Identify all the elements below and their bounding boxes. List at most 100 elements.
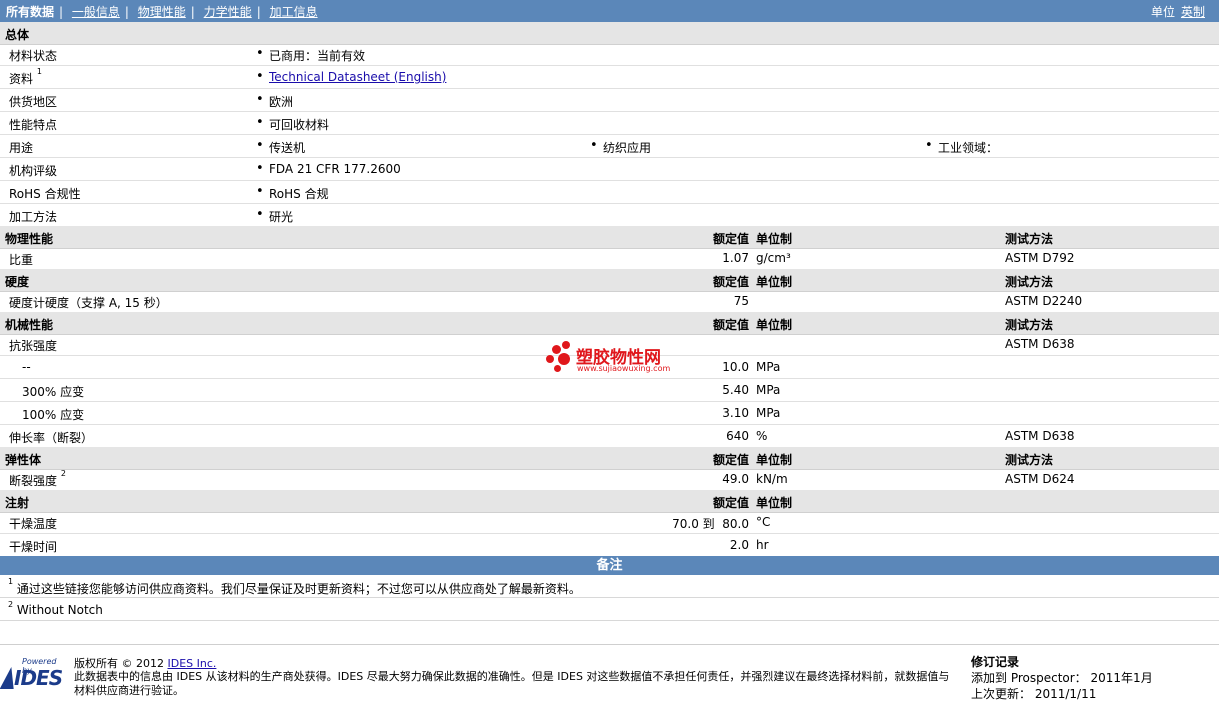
watermark-url: www.sujiaowuxing.com <box>577 364 671 373</box>
row-label: RoHS 合规性 <box>9 187 81 201</box>
header-rated: 额定值 <box>712 232 749 246</box>
unit-label: 单位 <box>1150 5 1175 19</box>
row-value: 5.40 <box>722 383 749 397</box>
note-text: 2 Without Notch <box>8 600 103 617</box>
bullet-icon: • <box>256 207 264 222</box>
notes-header: 备注 <box>0 556 1219 575</box>
row-value: 640 <box>726 429 749 443</box>
logo-word: IDES <box>14 666 63 690</box>
note-number: 1 <box>8 577 14 586</box>
row-value: 10.0 <box>722 360 749 374</box>
watermark-dot-icon <box>558 353 570 365</box>
note-item: 1 通过这些链接您能够访问供应商资料。我们尽量保证及时更新资料；不过您可以从供应… <box>0 576 1219 598</box>
watermark-dot-icon <box>552 345 561 354</box>
tab-processing-info[interactable]: 加工信息 <box>270 5 318 19</box>
row-value: RoHS 合规 <box>269 187 329 201</box>
tab-general-info[interactable]: 一般信息 <box>72 5 120 19</box>
note-item: 2 Without Notch <box>0 599 1219 621</box>
row-value: FDA 21 CFR 177.2600 <box>269 162 401 176</box>
row-label: 比重 <box>9 253 34 267</box>
footnote-ref: 1 <box>36 67 42 76</box>
row-label: 机构评级 <box>9 164 58 178</box>
property-row: 比重 1.07 g/cm³ ASTM D792 <box>0 247 1219 270</box>
header-unit: 单位制 <box>756 453 793 467</box>
property-row: 伸长率（断裂） 640 % ASTM D638 <box>0 425 1219 448</box>
section-general: 总体 <box>0 22 1219 45</box>
added-to-prospector: 添加到 Prospector： 2011年1月 <box>971 671 1153 685</box>
section-title: 注射 <box>5 496 30 510</box>
row-value: 3.10 <box>722 406 749 420</box>
footnote-ref: 2 <box>60 469 66 478</box>
row-method: ASTM D638 <box>1005 429 1075 443</box>
header-unit: 单位制 <box>756 232 793 246</box>
bullet-icon: • <box>256 161 264 176</box>
bullet-icon: • <box>256 69 264 84</box>
watermark: 塑胶物性网 www.sujiaowuxing.com <box>546 341 686 377</box>
section-injection: 注射 额定值 单位制 <box>0 490 1219 513</box>
ides-link[interactable]: IDES Inc. <box>168 657 217 670</box>
general-row: 用途 • 传送机 • 纺织应用 • 工业领域： <box>0 135 1219 158</box>
section-title: 总体 <box>5 28 30 42</box>
bullet-icon: • <box>256 115 264 130</box>
row-label: 300% 应变 <box>22 385 85 399</box>
section-title: 机械性能 <box>5 318 54 332</box>
datasheet-link[interactable]: Technical Datasheet (English) <box>269 70 446 84</box>
row-label: 加工方法 <box>9 210 58 224</box>
header-unit: 单位制 <box>756 318 793 332</box>
general-row: 资料 1 • Technical Datasheet (English) <box>0 66 1219 89</box>
bullet-icon: • <box>590 138 598 153</box>
header-unit: 单位制 <box>756 496 793 510</box>
property-row: 硬度计硬度（支撑 A, 15 秒） 75 ASTM D2240 <box>0 290 1219 313</box>
row-label: 用途 <box>9 141 34 155</box>
property-row: 断裂强度 2 49.0 kN/m ASTM D624 <box>0 468 1219 491</box>
disclaimer: 此数据表中的信息由 IDES 从该材料的生产商处获得。IDES 尽最大努力确保此… <box>74 670 950 697</box>
header-unit: 单位制 <box>756 275 793 289</box>
row-value: 传送机 <box>269 141 306 155</box>
row-label: 材料状态 <box>9 49 58 63</box>
header-method: 测试方法 <box>1005 232 1054 246</box>
header-method: 测试方法 <box>1005 453 1054 467</box>
tab-mechanical-properties[interactable]: 力学性能 <box>204 5 252 19</box>
unit-imperial-link[interactable]: 英制 <box>1181 5 1205 19</box>
section-title: 硬度 <box>5 275 30 289</box>
tab-physical-properties[interactable]: 物理性能 <box>138 5 186 19</box>
section-elastomer: 弹性体 额定值 单位制 测试方法 <box>0 447 1219 470</box>
general-row: 加工方法 • 研光 <box>0 204 1219 227</box>
header-rated: 额定值 <box>712 318 749 332</box>
row-value: 49.0 <box>722 472 749 486</box>
section-hardness: 硬度 额定值 单位制 测试方法 <box>0 269 1219 292</box>
row-unit: MPa <box>756 406 781 420</box>
row-label: 干燥时间 <box>9 540 58 554</box>
watermark-dot-icon <box>554 365 561 372</box>
section-physical: 物理性能 额定值 单位制 测试方法 <box>0 226 1219 249</box>
section-title: 弹性体 <box>5 453 42 467</box>
last-updated: 上次更新： 2011/1/11 <box>971 687 1097 701</box>
bullet-icon: • <box>256 184 264 199</box>
row-label: 断裂强度 2 <box>9 469 66 488</box>
row-label: 干燥温度 <box>9 517 58 531</box>
copyright-text: 版权所有 © 2012 <box>74 657 164 670</box>
header-method: 测试方法 <box>1005 275 1054 289</box>
bullet-icon: • <box>925 138 933 153</box>
row-method: ASTM D2240 <box>1005 294 1083 308</box>
row-label: 伸长率（断裂） <box>9 431 94 445</box>
tab-all-data[interactable]: 所有数据 <box>6 5 54 19</box>
row-label: 供货地区 <box>9 95 58 109</box>
row-value: 已商用：当前有效 <box>269 49 366 63</box>
row-unit: °C <box>756 515 771 529</box>
row-method: ASTM D792 <box>1005 251 1075 265</box>
bullet-icon: • <box>256 46 264 61</box>
row-value: 工业领域： <box>938 141 999 155</box>
row-unit: kN/m <box>756 472 788 486</box>
general-row: 机构评级 • FDA 21 CFR 177.2600 <box>0 158 1219 181</box>
ides-logo: Powered by IDES <box>0 657 66 697</box>
row-value: 75 <box>733 294 749 308</box>
row-value: 2.0 <box>729 538 749 552</box>
general-row: 材料状态 • 已商用：当前有效 <box>0 43 1219 66</box>
row-unit: g/cm³ <box>756 251 791 265</box>
row-label: 性能特点 <box>9 118 58 132</box>
section-title: 物理性能 <box>5 232 54 246</box>
row-unit: MPa <box>756 383 781 397</box>
top-nav: 所有数据 | 一般信息 | 物理性能 | 力学性能 | 加工信息 单位 英制 <box>0 0 1219 22</box>
header-method: 测试方法 <box>1005 318 1054 332</box>
